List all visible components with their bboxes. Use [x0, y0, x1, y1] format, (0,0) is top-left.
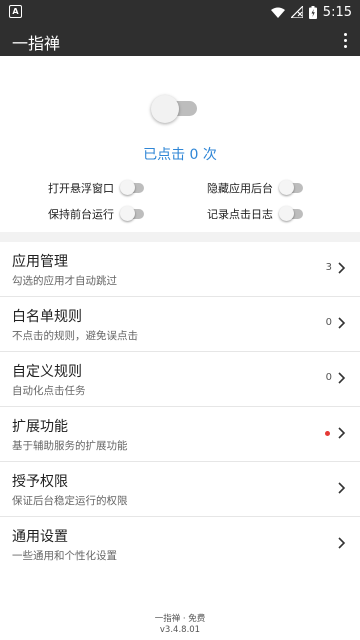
footer-app-name: 一指禅 · 免费: [154, 614, 206, 624]
menu-item-general-settings[interactable]: 通用设置 一些通用和个性化设置: [0, 517, 360, 571]
menu-item-grant-permissions[interactable]: 授予权限 保证后台稳定运行的权限: [0, 462, 360, 517]
more-vert-icon[interactable]: [340, 32, 350, 48]
menu-item-title: 自定义规则: [12, 364, 82, 380]
main-service-switch[interactable]: [151, 94, 197, 123]
option-hide-background[interactable]: 隐藏应用后台: [207, 179, 305, 197]
option-label: 打开悬浮窗口: [48, 182, 114, 195]
settings-list: 应用管理 勾选的应用才自动跳过 3 白名单规则 不点击的规则，避免误点击 0 自…: [0, 242, 360, 571]
battery-charging-icon: [308, 5, 317, 19]
click-count-text: 已点击 0 次: [143, 147, 217, 163]
footer-version: v3.4.8.01: [159, 625, 201, 635]
chevron-right-icon: [338, 262, 346, 274]
section-divider: [0, 232, 360, 242]
hide-background-switch[interactable]: [279, 180, 305, 196]
wifi-icon: [270, 7, 285, 18]
menu-item-subtitle: 基于辅助服务的扩展功能: [12, 440, 128, 452]
menu-item-title: 授予权限: [12, 474, 68, 490]
app-footer: 一指禅 · 免费 v3.4.8.01: [0, 614, 360, 636]
keep-foreground-switch[interactable]: [120, 206, 146, 222]
menu-item-subtitle: 保证后台稳定运行的权限: [12, 495, 128, 507]
menu-item-count: 0: [325, 317, 332, 328]
option-floating-window[interactable]: 打开悬浮窗口: [48, 179, 146, 197]
status-bar: A 5:15: [0, 0, 360, 24]
chevron-right-icon: [338, 372, 346, 384]
menu-item-title: 白名单规则: [12, 309, 82, 325]
option-keep-foreground[interactable]: 保持前台运行: [48, 205, 146, 223]
menu-item-title: 扩展功能: [12, 419, 68, 435]
chevron-right-icon: [338, 482, 346, 494]
menu-item-subtitle: 自动化点击任务: [12, 385, 86, 397]
menu-item-app-management[interactable]: 应用管理 勾选的应用才自动跳过 3: [0, 242, 360, 297]
menu-item-count: 0: [325, 372, 332, 383]
app-title: 一指禅: [12, 34, 61, 53]
option-label: 隐藏应用后台: [207, 182, 273, 195]
new-badge-dot: [325, 431, 330, 436]
a-notification-icon: A: [9, 5, 22, 18]
chevron-right-icon: [338, 537, 346, 549]
click-log-switch[interactable]: [279, 206, 305, 222]
app-toolbar: 一指禅: [0, 24, 360, 56]
option-label: 保持前台运行: [48, 208, 114, 221]
floating-window-switch[interactable]: [120, 180, 146, 196]
option-click-log[interactable]: 记录点击日志: [207, 205, 305, 223]
menu-item-subtitle: 不点击的规则，避免误点击: [12, 330, 138, 342]
menu-item-title: 通用设置: [12, 529, 68, 545]
clock: 5:15: [322, 4, 352, 20]
menu-item-subtitle: 一些通用和个性化设置: [12, 550, 117, 562]
option-label: 记录点击日志: [207, 208, 273, 221]
chevron-right-icon: [338, 317, 346, 329]
menu-item-title: 应用管理: [12, 254, 68, 270]
switch-thumb: [151, 95, 179, 123]
menu-item-custom-rules[interactable]: 自定义规则 自动化点击任务 0: [0, 352, 360, 407]
control-card: 已点击 0 次 打开悬浮窗口 隐藏应用后台 保持前台运行 记录点击日志: [0, 60, 360, 232]
menu-item-whitelist-rules[interactable]: 白名单规则 不点击的规则，避免误点击 0: [0, 297, 360, 352]
menu-item-count: 3: [325, 262, 332, 273]
menu-item-extensions[interactable]: 扩展功能 基于辅助服务的扩展功能: [0, 407, 360, 462]
menu-item-subtitle: 勾选的应用才自动跳过: [12, 275, 117, 287]
chevron-right-icon: [338, 427, 346, 439]
signal-off-icon: [290, 6, 303, 18]
status-icons: 5:15: [270, 0, 352, 24]
